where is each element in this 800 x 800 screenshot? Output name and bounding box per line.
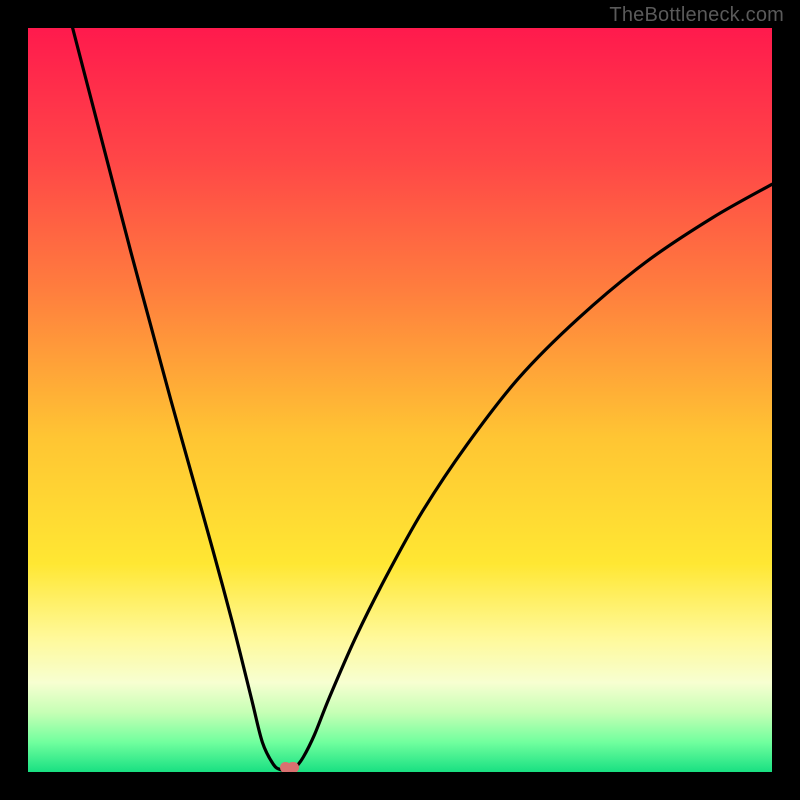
data-point-marker: [287, 762, 299, 772]
bottleneck-curve: [73, 28, 772, 771]
watermark: TheBottleneck.com: [609, 4, 784, 27]
chart-frame: [28, 28, 772, 772]
chart-curve-layer: [28, 28, 772, 772]
